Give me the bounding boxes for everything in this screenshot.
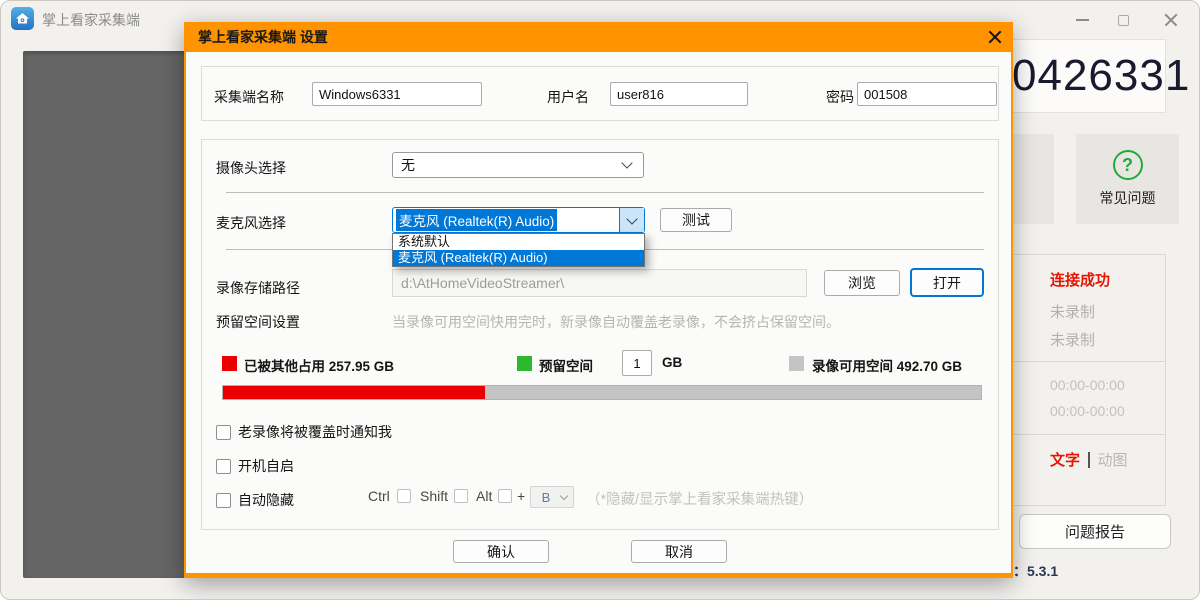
mic-select-value: 麦克风 (Realtek(R) Audio): [396, 209, 557, 231]
reserved-space-description: 当录像可用空间快用完时，新录像自动覆盖老录像，不会挤占保留空间。: [392, 312, 840, 332]
autohide-checkbox-row[interactable]: 自动隐藏: [216, 490, 294, 510]
ctrl-checkbox[interactable]: [397, 489, 411, 503]
mode-switch[interactable]: 文字 动图: [1050, 449, 1128, 470]
main-window: 掌上看家采集端 0426331 设置 ? 常见问题 连接成功 未录制 未录制 0…: [0, 0, 1200, 600]
hotkey-hint: （*隐藏/显示掌上看家采集端热键）: [586, 488, 813, 509]
autostart-checkbox-label: 开机自启: [238, 456, 294, 476]
window-title: 掌上看家采集端: [42, 10, 140, 30]
minimize-button[interactable]: [1067, 9, 1097, 31]
mic-select-label: 麦克风选择: [216, 213, 286, 233]
password-input[interactable]: [857, 82, 997, 106]
close-icon: [1164, 13, 1178, 27]
available-space-swatch: [789, 356, 804, 371]
divider: [226, 192, 984, 193]
alt-checkbox[interactable]: [498, 489, 512, 503]
chevron-down-icon: [621, 157, 632, 168]
report-problem-button[interactable]: 问题报告: [1019, 514, 1171, 549]
app-logo-icon: [11, 7, 34, 30]
mic-option-default[interactable]: 系统默认: [393, 234, 644, 250]
ctrl-label: Ctrl: [368, 488, 390, 504]
faq-tile[interactable]: ? 常见问题: [1076, 134, 1179, 224]
alt-label: Alt: [476, 488, 492, 504]
camera-select[interactable]: 无: [392, 152, 644, 178]
cancel-button[interactable]: 取消: [631, 540, 727, 563]
reserved-space-swatch: [517, 356, 532, 371]
connection-status: 连接成功: [1050, 269, 1110, 290]
confirm-button[interactable]: 确认: [453, 540, 549, 563]
mic-select[interactable]: 麦克风 (Realtek(R) Audio): [392, 207, 645, 233]
close-window-button[interactable]: [1156, 9, 1186, 31]
divider: [1002, 434, 1165, 435]
mode-divider: [1088, 452, 1090, 468]
reserved-space-legend: 预留空间: [539, 355, 593, 375]
username-label: 用户名: [547, 87, 589, 107]
dialog-title: 掌上看家采集端 设置: [184, 27, 328, 47]
camera-select-value: 无: [393, 155, 623, 175]
mic-test-button[interactable]: 测试: [660, 208, 732, 232]
dialog-close-button[interactable]: [987, 29, 1003, 45]
version-label: ：5.3.1: [1013, 561, 1058, 581]
client-name-label: 采集端名称: [214, 87, 284, 107]
dialog-header[interactable]: 掌上看家采集端 设置: [184, 22, 1013, 52]
hotkey-key-select[interactable]: B: [530, 486, 574, 508]
record-status-1: 未录制: [1050, 301, 1095, 322]
password-label: 密码: [826, 87, 854, 107]
identity-group: 采集端名称 用户名 密码: [201, 66, 999, 121]
used-space-swatch: [222, 356, 237, 371]
mic-option-realtek[interactable]: 麦克风 (Realtek(R) Audio): [393, 250, 644, 266]
question-icon: ?: [1113, 150, 1143, 180]
storage-path-field: d:\AtHomeVideoStreamer\: [392, 269, 807, 297]
autostart-checkbox-row[interactable]: 开机自启: [216, 456, 294, 476]
status-panel: 连接成功 未录制 未录制 00:00-00:00 00:00-00:00 文字 …: [1001, 254, 1166, 506]
schedule-time-1: 00:00-00:00: [1050, 377, 1125, 393]
maximize-button[interactable]: [1108, 9, 1138, 31]
username-input[interactable]: [610, 82, 748, 106]
disk-used-segment: [223, 386, 485, 399]
client-name-input[interactable]: [312, 82, 482, 106]
reserved-gb-input[interactable]: [622, 350, 652, 376]
used-space-text: 已被其他占用 257.95 GB: [244, 355, 394, 375]
disk-usage-bar: [222, 385, 982, 400]
shift-label: Shift: [420, 488, 448, 504]
gb-unit-label: GB: [662, 355, 682, 370]
autohide-checkbox-label: 自动隐藏: [238, 490, 294, 510]
storage-path-label: 录像存储路径: [216, 278, 300, 298]
mode-text-option[interactable]: 文字: [1050, 449, 1080, 470]
autohide-checkbox[interactable]: [216, 493, 231, 508]
settings-group: 摄像头选择 无 麦克风选择 麦克风 (Realtek(R) Audio) 测试 …: [201, 139, 999, 530]
maximize-icon: [1118, 15, 1129, 26]
plus-label: +: [517, 488, 525, 504]
divider: [1002, 361, 1165, 362]
schedule-time-2: 00:00-00:00: [1050, 403, 1125, 419]
notify-checkbox[interactable]: [216, 425, 231, 440]
chevron-down-icon: [626, 213, 637, 224]
shift-checkbox[interactable]: [454, 489, 468, 503]
mic-dropdown-list: 系统默认 麦克风 (Realtek(R) Audio): [392, 233, 645, 267]
camera-select-label: 摄像头选择: [216, 158, 286, 178]
minimize-icon: [1076, 19, 1089, 21]
chevron-down-icon: [560, 491, 568, 499]
available-space-text: 录像可用空间 492.70 GB: [812, 355, 962, 375]
settings-dialog: 掌上看家采集端 设置 采集端名称 用户名 密码 摄像头选择 无 麦克风选择 麦克…: [184, 22, 1013, 578]
notify-checkbox-label: 老录像将被覆盖时通知我: [238, 422, 392, 442]
mic-select-dropdown-button[interactable]: [619, 208, 644, 232]
browse-button[interactable]: 浏览: [824, 270, 900, 296]
hotkey-key-value: B: [531, 490, 561, 505]
autostart-checkbox[interactable]: [216, 459, 231, 474]
record-status-2: 未录制: [1050, 329, 1095, 350]
open-button[interactable]: 打开: [910, 268, 984, 297]
mode-gif-option[interactable]: 动图: [1098, 449, 1128, 470]
notify-checkbox-row[interactable]: 老录像将被覆盖时通知我: [216, 422, 392, 442]
faq-tile-label: 常见问题: [1100, 188, 1156, 208]
reserved-space-label: 预留空间设置: [216, 312, 300, 332]
